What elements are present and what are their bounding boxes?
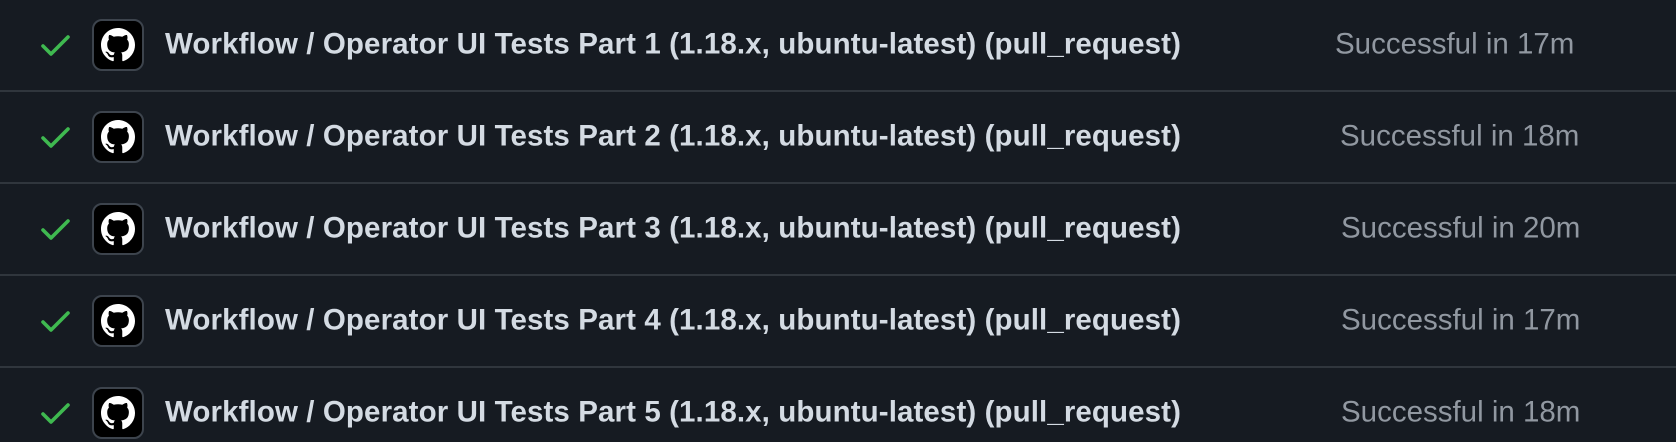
check-status: Successful in 18m: [1341, 395, 1581, 429]
check-status: Successful in 17m: [1341, 303, 1581, 337]
check-icon: [38, 395, 74, 431]
check-status: Successful in 17m: [1335, 27, 1575, 61]
check-name[interactable]: Workflow / Operator UI Tests Part 5 (1.1…: [165, 395, 1181, 429]
check-status: Successful in 18m: [1340, 119, 1580, 153]
github-icon[interactable]: [92, 203, 144, 255]
check-row-2[interactable]: Workflow / Operator UI Tests Part 2 (1.1…: [0, 92, 1676, 184]
check-row-4[interactable]: Workflow / Operator UI Tests Part 4 (1.1…: [0, 276, 1676, 368]
github-icon[interactable]: [92, 111, 144, 163]
check-name[interactable]: Workflow / Operator UI Tests Part 4 (1.1…: [165, 303, 1181, 337]
github-icon[interactable]: [92, 387, 144, 439]
check-name[interactable]: Workflow / Operator UI Tests Part 3 (1.1…: [165, 211, 1181, 245]
check-icon: [38, 119, 74, 155]
check-row-3[interactable]: Workflow / Operator UI Tests Part 3 (1.1…: [0, 184, 1676, 276]
check-icon: [38, 211, 74, 247]
github-icon[interactable]: [92, 19, 144, 71]
check-icon: [38, 303, 74, 339]
checks-list: Workflow / Operator UI Tests Part 1 (1.1…: [0, 0, 1676, 442]
check-row-1[interactable]: Workflow / Operator UI Tests Part 1 (1.1…: [0, 0, 1676, 92]
check-row-5[interactable]: Workflow / Operator UI Tests Part 5 (1.1…: [0, 368, 1676, 442]
check-name[interactable]: Workflow / Operator UI Tests Part 2 (1.1…: [165, 119, 1181, 153]
github-icon[interactable]: [92, 295, 144, 347]
check-status: Successful in 20m: [1341, 211, 1581, 245]
check-name[interactable]: Workflow / Operator UI Tests Part 1 (1.1…: [165, 27, 1181, 61]
check-icon: [38, 27, 74, 63]
